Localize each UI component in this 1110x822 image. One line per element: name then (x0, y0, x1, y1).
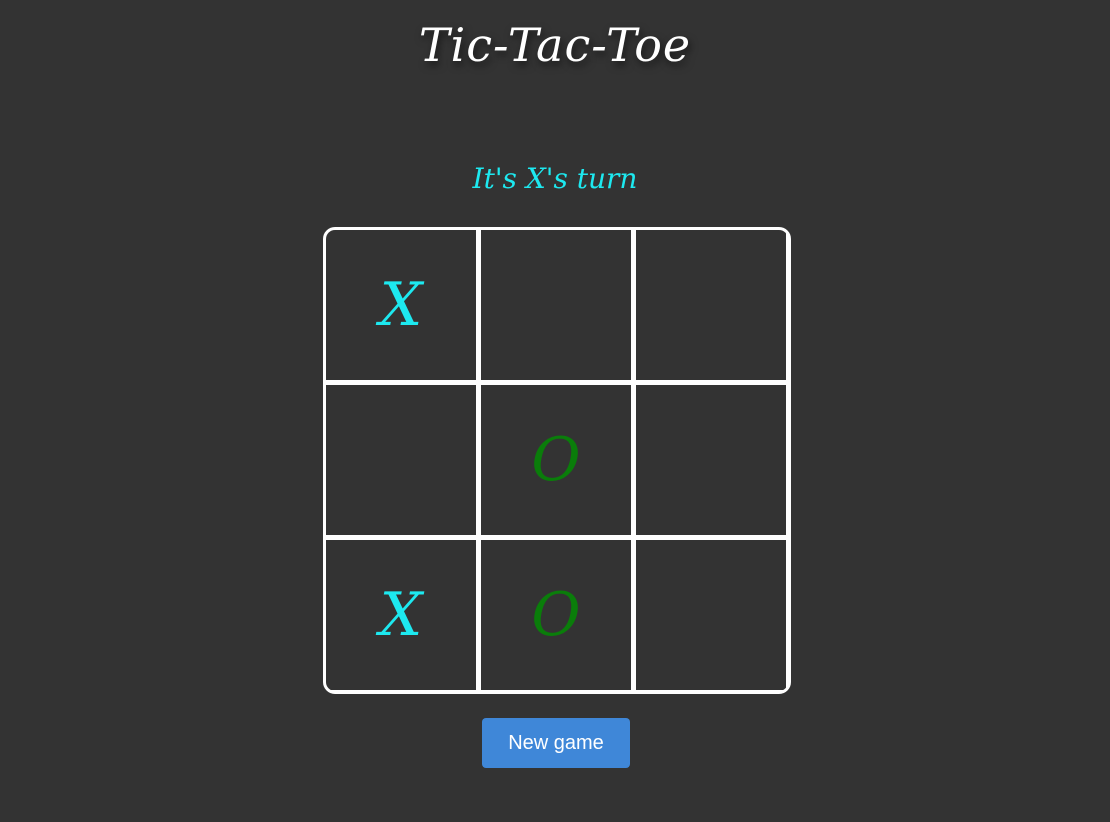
cell-2-1[interactable]: O (481, 540, 631, 690)
turn-status: It's X's turn (472, 162, 638, 195)
cell-mark: X (379, 270, 423, 340)
cell-0-0[interactable]: X (326, 230, 476, 380)
cell-mark: O (531, 425, 581, 495)
new-game-button[interactable]: New game (482, 718, 630, 768)
cell-0-2[interactable] (636, 230, 786, 380)
cell-mark: O (531, 580, 581, 650)
cell-0-1[interactable] (481, 230, 631, 380)
page-title: Tic-Tac-Toe (418, 18, 692, 72)
cell-1-1[interactable]: O (481, 385, 631, 535)
cell-2-0[interactable]: X (326, 540, 476, 690)
cell-1-0[interactable] (326, 385, 476, 535)
cell-2-2[interactable] (636, 540, 786, 690)
cell-1-2[interactable] (636, 385, 786, 535)
game-board: X O X O (323, 227, 791, 694)
cell-mark: X (379, 580, 423, 650)
